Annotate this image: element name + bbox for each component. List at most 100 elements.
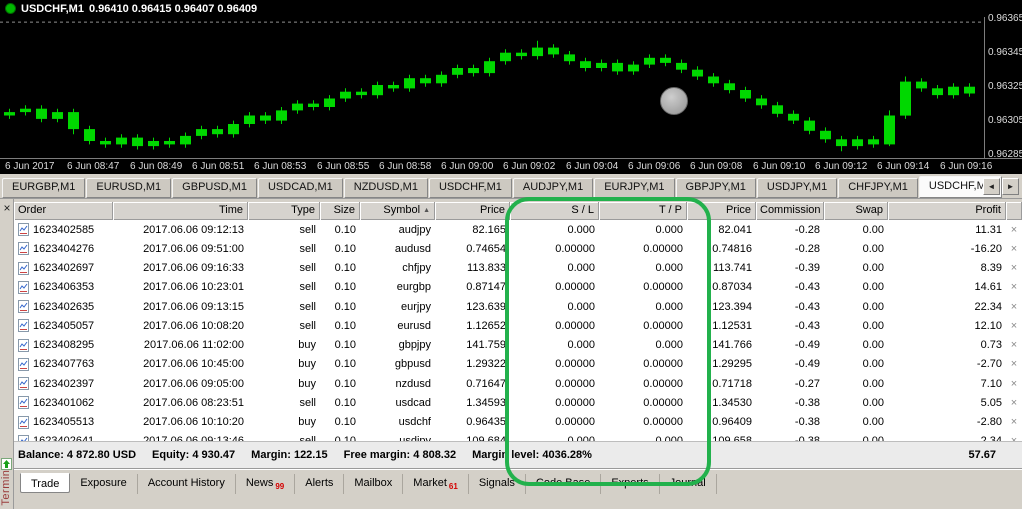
terminal-tab-trade[interactable]: Trade (20, 473, 71, 493)
close-order-button[interactable]: × (1006, 358, 1022, 370)
terminal-tab-exposure[interactable]: Exposure (70, 474, 138, 494)
symbol-tab-usdjpy-m1-9[interactable]: USDJPY,M1 (756, 178, 838, 198)
order-sl-cell: 0.00000 (555, 281, 595, 294)
close-order-button[interactable]: × (1006, 262, 1022, 274)
order-icon (18, 357, 29, 371)
symbol-tab-usdchf-m1-5[interactable]: USDCHF,M1 (428, 178, 512, 198)
close-order-button[interactable]: × (1006, 339, 1022, 351)
chart-title-bar[interactable]: USDCHF,M1 0.96410 0.96415 0.96407 0.9640… (0, 0, 1022, 17)
symbol-tab-gbpjpy-m1-8[interactable]: GBPJPY,M1 (675, 178, 756, 198)
tab-badge: 99 (275, 482, 285, 491)
order-open-price-cell: 141.759 (466, 339, 506, 352)
symbol-tab-chfjpy-m1-10[interactable]: CHFJPY,M1 (838, 178, 918, 198)
terminal-tab-account-history[interactable]: Account History (138, 474, 236, 494)
close-order-button[interactable]: × (1006, 301, 1022, 313)
terminal-tab-market[interactable]: Market 61 (403, 474, 469, 494)
order-id-cell: 1623404276 (14, 242, 113, 256)
balance-icon (1, 458, 12, 470)
order-row[interactable]: 1623401062 2017.06.06 08:23:51 sell 0.10 usd… (14, 393, 1022, 412)
terminal-tab-journal[interactable]: Journal (660, 474, 717, 494)
order-row[interactable]: 1623405057 2017.06.06 10:08:20 sell 0.10 eur… (14, 316, 1022, 335)
order-row[interactable]: 1623404276 2017.06.06 09:51:00 sell 0.10 aud… (14, 239, 1022, 258)
symbol-tab-eurjpy-m1-7[interactable]: EURJPY,M1 (594, 178, 675, 198)
close-order-button[interactable]: × (1006, 243, 1022, 255)
symbol-tab-eurgbp-m1-0[interactable]: EURGBP,M1 (2, 178, 86, 198)
symbol-tab-usdcad-m1-3[interactable]: USDCAD,M1 (257, 178, 343, 198)
price-axis-label: 0.96305 (988, 115, 1022, 126)
order-profit-cell: 11.31 (975, 223, 1002, 236)
column-header-order[interactable]: Order (14, 202, 113, 220)
terminal-tab-signals[interactable]: Signals (469, 474, 526, 494)
order-commission-cell: -0.43 (794, 319, 820, 332)
order-type-cell: sell (299, 396, 316, 409)
terminal-tab-code-base[interactable]: Code Base (526, 474, 602, 494)
order-row[interactable]: 1623402635 2017.06.06 09:13:15 sell 0.10 eur… (14, 297, 1022, 316)
symbol-tab-audjpy-m1-6[interactable]: AUDJPY,M1 (512, 178, 594, 198)
symbol-tab-bar: EURGBP,M1 EURUSD,M1 GBPUSD,M1 USDCAD,M1 NZDU… (0, 174, 1022, 199)
order-id: 1623406353 (33, 281, 95, 294)
order-profit-cell: 22.34 (974, 300, 1002, 313)
column-header-price[interactable]: Price (687, 202, 756, 220)
column-header-symbol[interactable]: Symbol ▲ (360, 202, 435, 220)
column-header-t-p[interactable]: T / P (599, 202, 687, 220)
symbol-tab-gbpusd-m1-2[interactable]: GBPUSD,M1 (172, 178, 257, 198)
order-type-cell: buy (298, 358, 316, 371)
column-header-type[interactable]: Type (248, 202, 320, 220)
order-row[interactable]: 1623407763 2017.06.06 10:45:00 buy 0.10 gbpu… (14, 355, 1022, 374)
order-tp-cell: 0.00000 (643, 242, 683, 255)
order-size-cell: 0.10 (334, 223, 356, 236)
column-header-swap[interactable]: Swap (824, 202, 888, 220)
order-symbol-cell: eurgbp (396, 281, 431, 294)
order-id-cell: 1623401062 (14, 396, 113, 410)
terminal-tab-alerts[interactable]: Alerts (295, 474, 345, 494)
tab-scroll-left-button[interactable]: ◄ (983, 178, 1000, 195)
symbol-tab-nzdusd-m1-4[interactable]: NZDUSD,M1 (343, 178, 428, 198)
close-order-button[interactable]: × (1006, 378, 1022, 390)
close-order-button[interactable]: × (1006, 320, 1022, 332)
order-type-cell: sell (299, 223, 316, 236)
terminal-tab-experts[interactable]: Experts (601, 474, 660, 494)
trade-table-body: 1623402585 2017.06.06 09:12:13 sell 0.10 aud… (14, 220, 1022, 441)
tab-scroll-right-button[interactable]: ► (1002, 178, 1019, 195)
order-commission-cell: -0.49 (794, 358, 820, 371)
column-header-time[interactable]: Time (113, 202, 248, 220)
close-order-button[interactable]: × (1006, 397, 1022, 409)
close-order-button[interactable]: × (1006, 224, 1022, 236)
terminal-close-button[interactable]: × (2, 202, 12, 214)
column-header-commission[interactable]: Commission (756, 202, 824, 220)
close-order-button[interactable]: × (1006, 281, 1022, 293)
terminal-tab-news[interactable]: News 99 (236, 474, 296, 494)
order-size-cell: 0.10 (334, 339, 356, 352)
column-header-s-l[interactable]: S / L (510, 202, 599, 220)
order-symbol-cell: eurusd (397, 319, 431, 332)
time-axis-label: 6 Jun 08:55 (317, 161, 370, 172)
order-row[interactable]: 1623402585 2017.06.06 09:12:13 sell 0.10 aud… (14, 220, 1022, 239)
terminal-tab-mailbox[interactable]: Mailbox (344, 474, 404, 494)
column-header-profit[interactable]: Profit (888, 202, 1006, 220)
close-order-button[interactable]: × (1006, 416, 1022, 428)
chart-plot-area[interactable] (0, 17, 985, 158)
time-axis-label: 6 Jun 09:14 (877, 161, 930, 172)
time-axis-label: 6 Jun 09:06 (628, 161, 681, 172)
order-current-price-cell: 1.12531 (712, 319, 752, 332)
order-size-cell: 0.10 (334, 396, 356, 409)
order-profit-cell: 12.10 (974, 319, 1002, 332)
price-axis[interactable]: 0.96365 0.96345 0.96325 0.96305 0.96285 (984, 13, 1022, 160)
column-header-price[interactable]: Price (435, 202, 510, 220)
order-row[interactable]: 1623402697 2017.06.06 09:16:33 sell 0.10 chf… (14, 259, 1022, 278)
order-row[interactable]: 16234026412017.06.06 09:13:46sell0.10usd… (14, 432, 1022, 441)
order-size-cell: 0.10 (334, 281, 356, 294)
symbol-tab-eurusd-m1-1[interactable]: EURUSD,M1 (86, 178, 172, 198)
order-row[interactable]: 1623405513 2017.06.06 10:10:20 buy 0.10 usdc… (14, 413, 1022, 432)
order-row[interactable]: 1623406353 2017.06.06 10:23:01 sell 0.10 eur… (14, 278, 1022, 297)
order-symbol-cell: audjpy (398, 223, 431, 236)
summary-segment-1: Equity: 4 930.47 (152, 449, 236, 461)
price-axis-label: 0.96345 (988, 47, 1022, 58)
order-row[interactable]: 1623408295 2017.06.06 11:02:00 buy 0.10 gbpj… (14, 336, 1022, 355)
order-type-cell: buy (298, 377, 316, 390)
summary-segment-2: Margin: 122.15 (251, 449, 328, 461)
column-header-size[interactable]: Size (320, 202, 360, 220)
order-row[interactable]: 1623402397 2017.06.06 09:05:00 buy 0.10 nzdu… (14, 374, 1022, 393)
order-current-price-cell: 113.741 (713, 262, 752, 275)
time-axis[interactable]: 6 Jun 2017 6 Jun 08:47 6 Jun 08:49 6 Jun 08… (0, 158, 1022, 175)
